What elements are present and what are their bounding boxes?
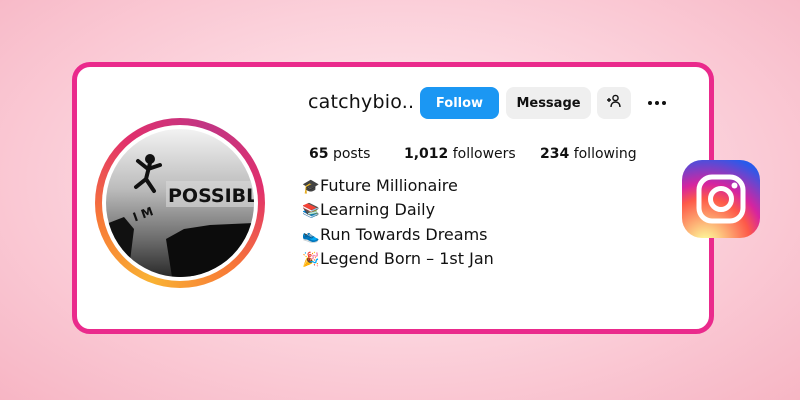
- avatar-possible-text: POSSIBLE: [168, 185, 254, 207]
- instagram-camera-icon: [696, 174, 746, 224]
- bio-text: Future Millionaire: [320, 176, 458, 195]
- add-user-button[interactable]: [597, 87, 631, 119]
- posts-stat[interactable]: 65 posts: [309, 146, 370, 162]
- follow-button[interactable]: Follow: [420, 87, 499, 119]
- more-options-icon: [648, 101, 652, 105]
- following-count: 234: [540, 146, 570, 162]
- following-stat[interactable]: 234 following: [540, 146, 637, 162]
- more-options-button[interactable]: [643, 92, 671, 114]
- posts-label: posts: [332, 146, 371, 162]
- message-button[interactable]: Message: [506, 87, 591, 119]
- avatar[interactable]: I M POSSIBLE: [95, 118, 265, 288]
- username: catchybio..: [308, 91, 415, 113]
- party-popper-icon: 🎉: [302, 252, 320, 268]
- bio-line-3: 👟Run Towards Dreams: [302, 225, 488, 244]
- graduation-cap-icon: 🎓: [302, 179, 320, 195]
- followers-stat[interactable]: 1,012 followers: [404, 146, 516, 162]
- books-icon: 📚: [302, 203, 320, 219]
- bio-text: Run Towards Dreams: [320, 225, 488, 244]
- followers-label: followers: [452, 146, 516, 162]
- add-user-icon: [606, 94, 622, 112]
- bio-line-1: 🎓Future Millionaire: [302, 176, 458, 195]
- shoe-icon: 👟: [302, 228, 320, 244]
- posts-count: 65: [309, 146, 329, 162]
- bio-text: Learning Daily: [320, 200, 436, 219]
- avatar-letter-i: I M: [131, 204, 155, 224]
- avatar-image: I M POSSIBLE: [106, 129, 254, 277]
- instagram-logo: [682, 160, 760, 238]
- following-label: following: [573, 146, 637, 162]
- bio-text: Legend Born – 1st Jan: [320, 249, 494, 268]
- followers-count: 1,012: [404, 146, 449, 162]
- bio-line-2: 📚Learning Daily: [302, 200, 435, 219]
- bio-line-4: 🎉Legend Born – 1st Jan: [302, 249, 494, 268]
